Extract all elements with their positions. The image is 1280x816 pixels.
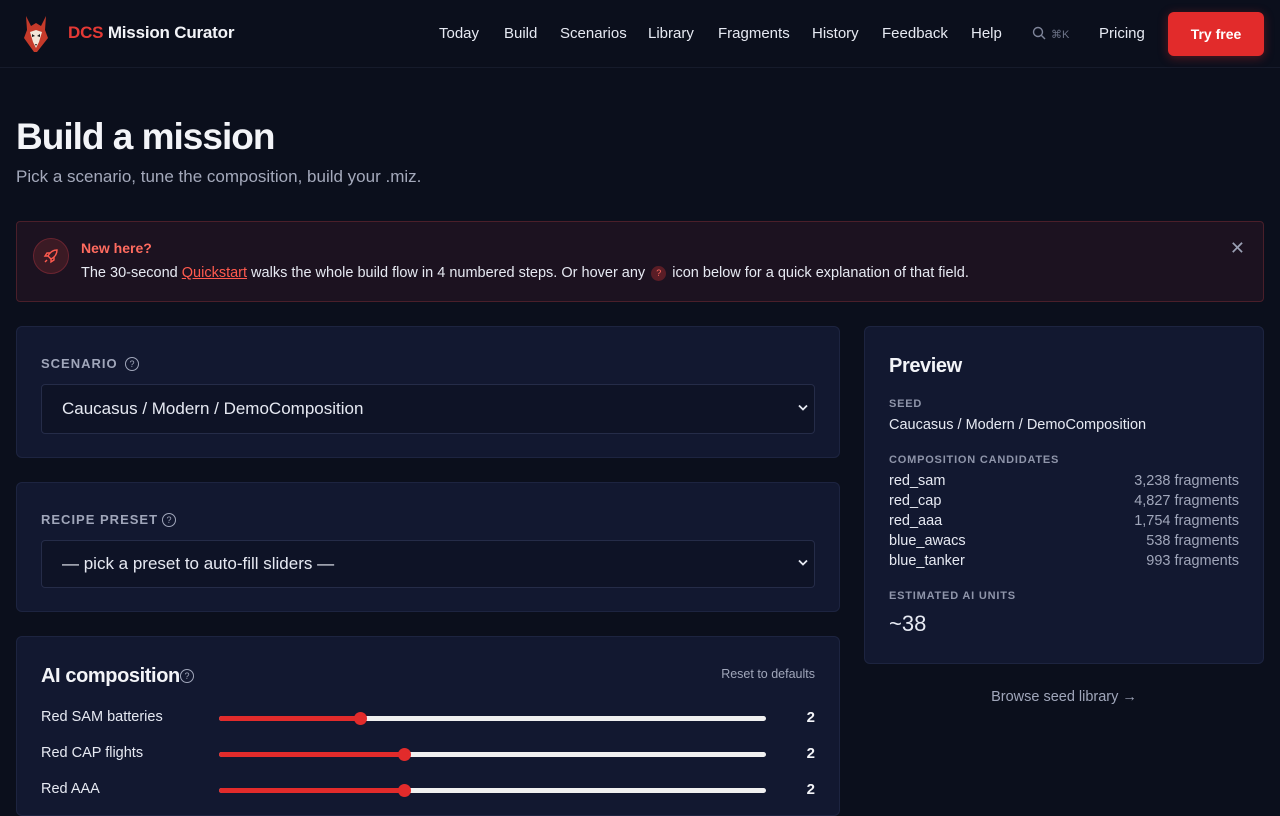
- top-navigation-bar: DCS Mission Curator Today Build Scenario…: [0, 0, 1280, 68]
- nav-build[interactable]: Build: [504, 25, 537, 42]
- slider-red-cap: Red CAP flights 2: [41, 744, 815, 764]
- candidate-row: red_aaa 1,754 fragments: [889, 513, 1239, 533]
- candidates-label: COMPOSITION CANDIDATES: [889, 454, 1060, 466]
- banner-text-end: icon below for a quick explanation of th…: [668, 265, 969, 281]
- nav-scenarios[interactable]: Scenarios: [560, 25, 627, 42]
- page-title: Build a mission: [16, 116, 275, 157]
- scenario-selected-value: Caucasus / Modern / DemoComposition: [62, 399, 364, 418]
- fox-logo-icon[interactable]: [20, 14, 52, 54]
- candidate-row: red_cap 4,827 fragments: [889, 493, 1239, 513]
- ai-composition-title: AI composition: [41, 665, 180, 687]
- recipe-preset-label: RECIPE PRESET: [41, 512, 159, 527]
- slider-thumb[interactable]: [397, 784, 411, 797]
- slider-label: Red AAA: [41, 781, 100, 797]
- nav-library[interactable]: Library: [648, 25, 694, 42]
- banner-text: The 30-second Quickstart walks the whole…: [81, 265, 969, 281]
- close-icon[interactable]: ✕: [1230, 238, 1245, 259]
- seed-label: SEED: [889, 398, 923, 410]
- candidate-count: 4,827 fragments: [1134, 493, 1239, 509]
- recipe-preset-card: RECIPE PRESET ? — pick a preset to auto-…: [16, 482, 840, 612]
- candidate-name: blue_tanker: [889, 553, 965, 569]
- estimated-units-value: ~38: [889, 611, 927, 636]
- brand-title: Mission Curator: [107, 23, 235, 42]
- slider-value: 2: [806, 709, 815, 726]
- scenario-select[interactable]: Caucasus / Modern / DemoComposition: [41, 384, 815, 434]
- candidate-count: 538 fragments: [1146, 533, 1239, 549]
- try-free-button[interactable]: Try free: [1168, 12, 1264, 56]
- slider-value: 2: [806, 745, 815, 762]
- help-icon[interactable]: ?: [125, 357, 139, 371]
- search-icon: [1032, 26, 1046, 43]
- rocket-icon: [33, 238, 69, 274]
- scenario-card: SCENARIO ? Caucasus / Modern / DemoCompo…: [16, 326, 840, 458]
- scenario-label: SCENARIO: [41, 356, 118, 371]
- candidate-row: blue_awacs 538 fragments: [889, 533, 1239, 553]
- new-user-banner: New here? The 30-second Quickstart walks…: [16, 221, 1264, 302]
- candidate-row: red_sam 3,238 fragments: [889, 473, 1239, 493]
- nav-fragments[interactable]: Fragments: [718, 25, 790, 42]
- nav-help[interactable]: Help: [971, 25, 1002, 42]
- help-icon[interactable]: ?: [162, 513, 176, 527]
- slider-thumb[interactable]: [397, 748, 411, 761]
- banner-title: New here?: [81, 240, 152, 256]
- banner-text-middle: walks the whole build flow in 4 numbered…: [247, 265, 650, 281]
- chevron-down-icon: [798, 559, 808, 570]
- candidate-name: red_aaa: [889, 513, 943, 529]
- preview-card: Preview SEED Caucasus / Modern / DemoCom…: [864, 326, 1264, 664]
- brand-prefix: DCS: [68, 23, 104, 42]
- quickstart-link[interactable]: Quickstart: [182, 265, 247, 281]
- candidate-name: red_cap: [889, 493, 942, 509]
- slider-red-aaa: Red AAA 2: [41, 780, 815, 800]
- slider-label: Red CAP flights: [41, 745, 144, 761]
- candidate-count: 3,238 fragments: [1134, 473, 1239, 489]
- banner-text-start: The 30-second: [81, 265, 182, 281]
- slider-track[interactable]: [219, 712, 766, 725]
- slider-red-sam: Red SAM batteries 2: [41, 708, 815, 728]
- brand-name[interactable]: DCS Mission Curator: [68, 23, 234, 43]
- pricing-link[interactable]: Pricing: [1099, 25, 1145, 42]
- slider-label: Red SAM batteries: [41, 709, 163, 725]
- help-question-icon: ?: [651, 265, 667, 281]
- candidate-name: blue_awacs: [889, 533, 966, 549]
- slider-track[interactable]: [219, 784, 766, 797]
- help-icon[interactable]: ?: [180, 669, 194, 683]
- recipe-preset-select[interactable]: — pick a preset to auto-fill sliders —: [41, 540, 815, 588]
- slider-thumb[interactable]: [353, 712, 367, 725]
- slider-fill: [219, 752, 404, 757]
- reset-defaults-link[interactable]: Reset to defaults: [721, 667, 815, 681]
- candidate-name: red_sam: [889, 473, 946, 489]
- browse-seed-library-link[interactable]: Browse seed library →: [864, 689, 1264, 705]
- search-button[interactable]: ⌘K: [1032, 26, 1069, 43]
- chevron-down-icon: [798, 404, 808, 415]
- nav-today[interactable]: Today: [439, 25, 479, 42]
- candidate-count: 1,754 fragments: [1134, 513, 1239, 529]
- search-shortcut: ⌘K: [1051, 29, 1070, 41]
- recipe-selected-value: — pick a preset to auto-fill sliders —: [62, 554, 335, 573]
- candidate-count: 993 fragments: [1146, 553, 1239, 569]
- estimated-units-label: ESTIMATED AI UNITS: [889, 590, 1016, 602]
- candidate-row: blue_tanker 993 fragments: [889, 553, 1239, 573]
- preview-title: Preview: [889, 355, 962, 377]
- seed-value: Caucasus / Modern / DemoComposition: [889, 417, 1147, 433]
- slider-fill: [219, 788, 404, 793]
- nav-history[interactable]: History: [812, 25, 859, 42]
- ai-composition-card: AI composition ? Reset to defaults Red S…: [16, 636, 840, 816]
- slider-track[interactable]: [219, 748, 766, 761]
- page-subtitle: Pick a scenario, tune the composition, b…: [16, 167, 422, 186]
- nav-feedback[interactable]: Feedback: [882, 25, 948, 42]
- slider-value: 2: [806, 781, 815, 798]
- slider-fill: [219, 716, 360, 721]
